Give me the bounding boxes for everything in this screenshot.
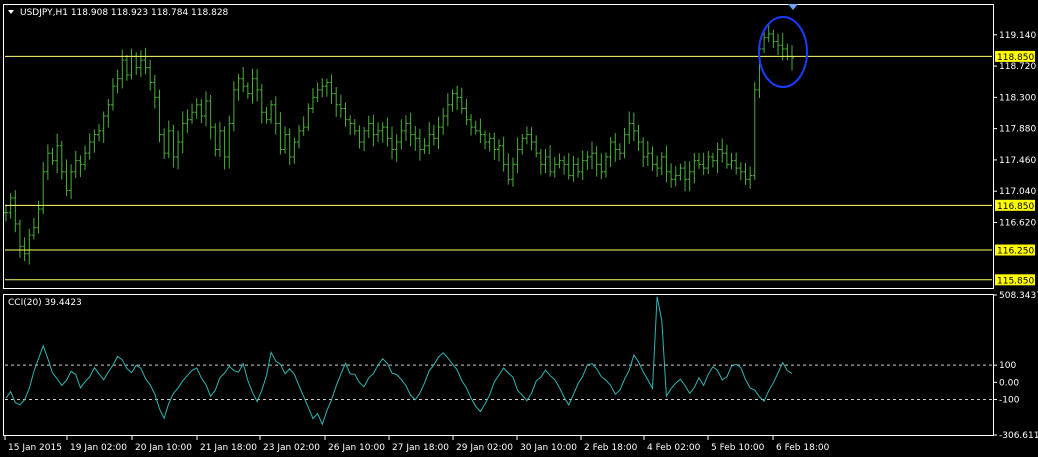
price-tick-label: 117.460 [999, 156, 1036, 166]
time-tick-label: 15 Jan 2015 [8, 443, 62, 453]
cci-indicator-label: CCI(20) 39.4423 [8, 298, 82, 308]
cci-tick-label: -306.6117 [999, 431, 1038, 441]
time-tick-label: 23 Jan 02:00 [263, 443, 320, 453]
cci-tick-label: -100 [999, 396, 1020, 406]
level-label: 115.850 [997, 276, 1034, 286]
cci-tick-label: 508.3437 [999, 291, 1038, 301]
price-tick-label: 117.880 [999, 125, 1036, 135]
cci-tick-label: 100 [999, 361, 1016, 371]
price-tick-label: 119.140 [999, 31, 1036, 41]
time-tick-label: 2 Feb 18:00 [584, 443, 638, 453]
time-tick-label: 20 Jan 10:00 [135, 443, 192, 453]
level-label: 116.250 [997, 247, 1034, 257]
price-tick-label: 118.720 [999, 62, 1036, 72]
time-tick-label: 21 Jan 18:00 [200, 443, 257, 453]
time-tick-label: 27 Jan 18:00 [392, 443, 449, 453]
time-tick-label: 30 Jan 10:00 [520, 443, 577, 453]
time-tick-label: 4 Feb 02:00 [647, 443, 701, 453]
time-tick-label: 5 Feb 10:00 [711, 443, 765, 453]
chart-window: USDJPY,H1 118.908 118.923 118.784 118.82… [0, 0, 1038, 457]
time-tick-label: 6 Feb 18:00 [776, 443, 830, 453]
price-tick-label: 118.300 [999, 93, 1036, 103]
price-tick-label: 117.040 [999, 187, 1036, 197]
level-label: 116.850 [997, 202, 1034, 212]
symbol-header: USDJPY,H1 118.908 118.923 118.784 118.82… [20, 8, 229, 18]
price-tick-label: 116.620 [999, 218, 1036, 228]
time-tick-label: 26 Jan 10:00 [328, 443, 385, 453]
time-tick-label: 19 Jan 02:00 [70, 443, 127, 453]
time-tick-label: 29 Jan 02:00 [456, 443, 513, 453]
cci-tick-label: 0.00 [999, 378, 1019, 388]
